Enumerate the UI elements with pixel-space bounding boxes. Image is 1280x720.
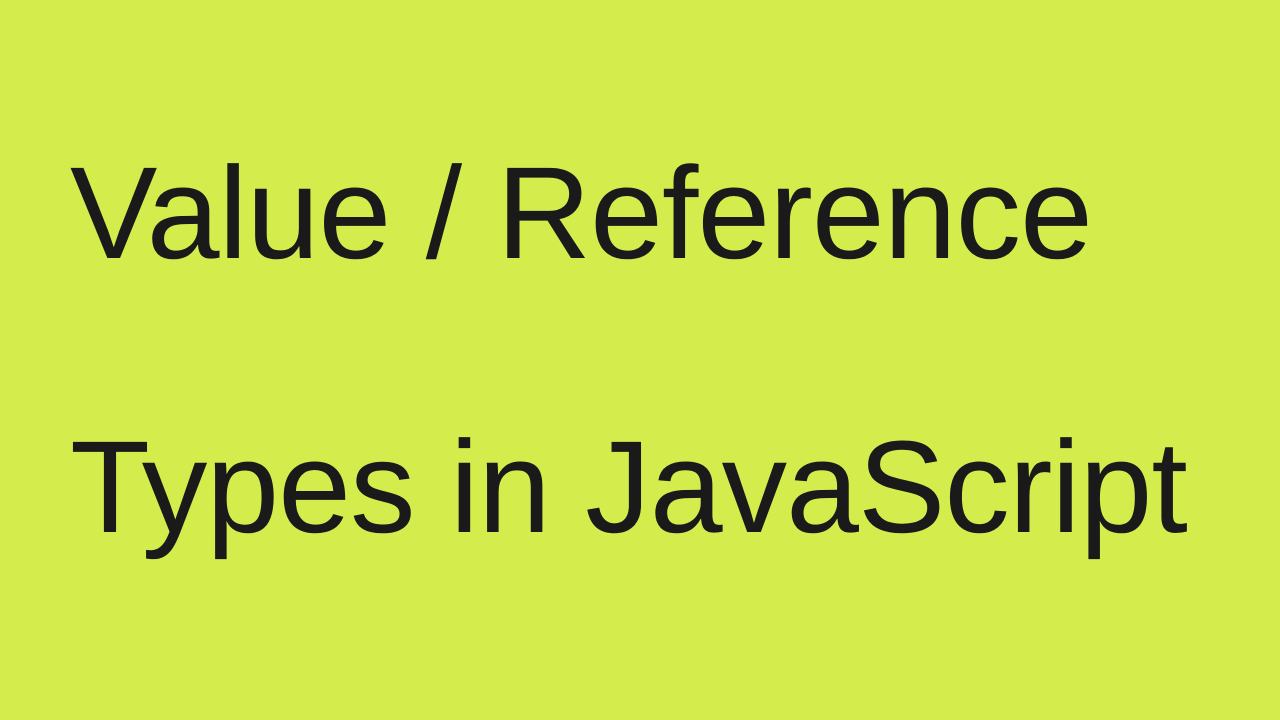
title-line-1: Value / Reference	[70, 141, 1280, 285]
title-line-2: Types in JavaScript	[70, 415, 1280, 559]
